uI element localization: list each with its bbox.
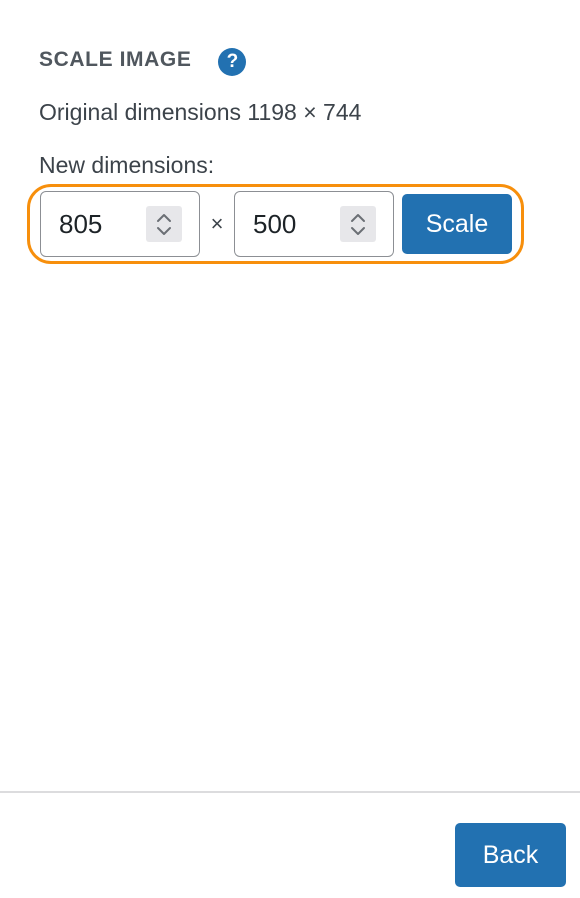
section-title: SCALE IMAGE bbox=[39, 48, 192, 71]
chevron-up-icon[interactable] bbox=[156, 213, 172, 223]
original-dimensions-text: Original dimensions 1198 × 744 bbox=[39, 99, 362, 125]
scale-image-panel: SCALE IMAGE ? Original dimensions 1198 ×… bbox=[0, 0, 580, 898]
height-value[interactable]: 500 bbox=[235, 209, 340, 240]
height-input[interactable]: 500 bbox=[234, 191, 394, 257]
width-spinner[interactable] bbox=[146, 206, 182, 242]
section-header: SCALE IMAGE ? bbox=[39, 44, 247, 76]
new-dimensions-label: New dimensions: bbox=[39, 152, 215, 178]
times-symbol: × bbox=[210, 211, 224, 236]
chevron-down-icon[interactable] bbox=[156, 226, 172, 236]
chevron-down-icon[interactable] bbox=[350, 226, 366, 236]
help-icon[interactable]: ? bbox=[218, 48, 247, 76]
width-value[interactable]: 805 bbox=[41, 209, 146, 240]
footer-divider bbox=[0, 791, 580, 793]
chevron-up-icon[interactable] bbox=[350, 213, 366, 223]
height-spinner[interactable] bbox=[340, 206, 376, 242]
width-input[interactable]: 805 bbox=[40, 191, 200, 257]
scale-controls-highlight: 805 × 500 Scale bbox=[27, 184, 524, 264]
back-button[interactable]: Back bbox=[455, 823, 566, 887]
scale-button[interactable]: Scale bbox=[402, 194, 512, 254]
